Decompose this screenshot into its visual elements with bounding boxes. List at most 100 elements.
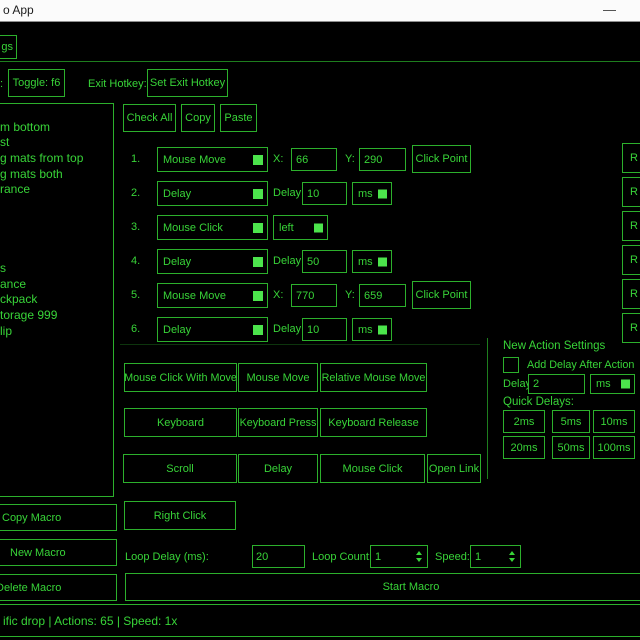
x-label: X: — [273, 153, 283, 165]
action-index: 1. — [131, 153, 140, 165]
stepper-up-icon[interactable] — [509, 551, 515, 555]
remove-action-button[interactable]: R — [622, 313, 640, 343]
remove-action-button[interactable]: R — [622, 177, 640, 207]
menu-settings-button[interactable]: gs — [0, 35, 17, 59]
quick-delay-label: 20ms — [511, 442, 538, 454]
delete-macro-label: Delete Macro — [0, 582, 61, 594]
stepper-down-icon[interactable] — [509, 558, 515, 562]
macro-list-item[interactable] — [0, 198, 113, 214]
action-type-dropdown[interactable]: Mouse Move — [157, 147, 268, 172]
add-delay-checkbox[interactable] — [503, 357, 519, 373]
check-all-button[interactable]: Check All — [123, 104, 176, 132]
action-type-value: Mouse Click — [163, 222, 223, 234]
keyboard-press-button[interactable]: Keyboard Press — [238, 408, 318, 437]
quick-delay-5ms-button[interactable]: 5ms — [552, 410, 590, 433]
remove-action-button[interactable]: R — [622, 143, 640, 173]
macro-list-item[interactable]: torage 999 — [0, 308, 113, 324]
dropdown-indicator-icon — [378, 257, 387, 266]
delay-value-input[interactable]: 50 — [302, 250, 347, 273]
remove-label: R — [630, 288, 638, 300]
copy-button[interactable]: Copy — [181, 104, 215, 132]
button-label: Mouse Click — [343, 463, 403, 475]
quick-delay-10ms-button[interactable]: 10ms — [593, 410, 635, 433]
set-exit-hotkey-button[interactable]: Set Exit Hotkey — [147, 69, 228, 97]
macro-list-item[interactable]: s — [0, 261, 113, 277]
mouse-button-dropdown[interactable]: left — [273, 215, 328, 240]
button-label: Relative Mouse Move — [322, 372, 426, 384]
remove-action-button[interactable]: R — [622, 211, 640, 241]
delay-unit-dropdown[interactable]: ms — [352, 318, 392, 341]
delete-macro-button[interactable]: Delete Macro — [0, 574, 117, 601]
x-coordinate-input[interactable]: 770 — [291, 284, 337, 307]
macro-list-item[interactable]: m bottom — [0, 120, 113, 136]
new-delay-unit-dropdown[interactable]: ms — [590, 374, 635, 394]
scroll-button[interactable]: Scroll — [123, 454, 237, 483]
delay-value-input[interactable]: 10 — [302, 182, 347, 205]
action-type-dropdown[interactable]: Delay — [157, 249, 268, 274]
macro-list-item[interactable]: st — [0, 135, 113, 151]
delay-value-input[interactable]: 10 — [302, 318, 347, 341]
action-type-dropdown[interactable]: Mouse Move — [157, 283, 268, 308]
delay-value: 50 — [307, 256, 319, 268]
start-macro-button[interactable]: Start Macro — [125, 573, 640, 601]
keyboard-button[interactable]: Keyboard — [124, 408, 237, 437]
macro-list-item[interactable]: lip — [0, 324, 113, 340]
mouse-button-value: left — [279, 222, 294, 234]
macro-list-item[interactable]: ckpack — [0, 292, 113, 308]
status-bar: ific drop | Actions: 65 | Speed: 1x — [0, 604, 640, 637]
quick-delay-100ms-button[interactable]: 100ms — [593, 436, 635, 459]
mouse-click-button[interactable]: Mouse Click — [320, 454, 425, 483]
macro-list-item[interactable] — [0, 245, 113, 261]
toggle-hotkey-button[interactable]: Toggle: f6 — [8, 69, 65, 97]
x-coordinate-input[interactable]: 66 — [291, 148, 337, 171]
remove-action-button[interactable]: R — [622, 279, 640, 309]
mouse-click-with-move-button[interactable]: Mouse Click With Move — [124, 363, 237, 392]
macro-list-item[interactable]: g mats both — [0, 167, 113, 183]
delay-unit-value: ms — [358, 188, 373, 200]
action-type-dropdown[interactable]: Delay — [157, 317, 268, 342]
mouse-move-button[interactable]: Mouse Move — [238, 363, 318, 392]
action-row-5: 5. Mouse Move X: 770 Y: 659 Click Point — [119, 283, 640, 309]
quick-delay-50ms-button[interactable]: 50ms — [552, 436, 590, 459]
click-point-button[interactable]: Click Point — [412, 145, 471, 173]
delay-button[interactable]: Delay — [238, 454, 318, 483]
open-link-button[interactable]: Open Link — [427, 454, 481, 483]
y-coordinate-input[interactable]: 290 — [359, 148, 406, 171]
right-click-button[interactable]: Right Click — [124, 501, 236, 530]
loop-count-stepper[interactable]: 1 — [370, 545, 428, 568]
paste-button[interactable]: Paste — [220, 104, 257, 132]
stepper-up-icon[interactable] — [416, 551, 422, 555]
macro-list-item[interactable] — [0, 230, 113, 246]
new-macro-button[interactable]: New Macro — [0, 539, 117, 566]
copy-macro-button[interactable]: Copy Macro — [0, 504, 117, 531]
minimize-icon[interactable]: — — [603, 2, 616, 17]
loop-delay-input[interactable]: 20 — [252, 545, 305, 568]
action-type-dropdown[interactable]: Delay — [157, 181, 268, 206]
macro-listbox[interactable]: m bottom st g mats from top g mats both … — [0, 103, 114, 497]
macro-list-item[interactable]: rance — [0, 182, 113, 198]
y-coordinate-input[interactable]: 659 — [359, 284, 406, 307]
macro-list-item[interactable] — [0, 104, 113, 120]
click-point-button[interactable]: Click Point — [412, 281, 471, 309]
delay-unit-dropdown[interactable]: ms — [352, 250, 392, 273]
button-label: Keyboard Release — [328, 417, 419, 429]
y-coordinate-value: 290 — [364, 154, 382, 166]
quick-delay-label: 2ms — [514, 416, 535, 428]
macro-list-item[interactable] — [0, 214, 113, 230]
quick-delay-20ms-button[interactable]: 20ms — [503, 436, 545, 459]
macro-list-item[interactable]: g mats from top — [0, 151, 113, 167]
stepper-down-icon[interactable] — [416, 558, 422, 562]
action-type-dropdown[interactable]: Mouse Click — [157, 215, 268, 240]
new-delay-input[interactable]: 2 — [528, 374, 585, 394]
relative-mouse-move-button[interactable]: Relative Mouse Move — [320, 363, 427, 392]
delay-unit-dropdown[interactable]: ms — [352, 182, 392, 205]
quick-delays-label: Quick Delays: — [503, 396, 574, 408]
button-label: Scroll — [166, 463, 194, 475]
dropdown-indicator-icon — [314, 223, 323, 232]
remove-action-button[interactable]: R — [622, 245, 640, 275]
speed-stepper[interactable]: 1 — [470, 545, 521, 568]
keyboard-release-button[interactable]: Keyboard Release — [320, 408, 427, 437]
loop-delay-value: 20 — [256, 551, 268, 563]
quick-delay-2ms-button[interactable]: 2ms — [503, 410, 545, 433]
macro-list-item[interactable]: ance — [0, 277, 113, 293]
